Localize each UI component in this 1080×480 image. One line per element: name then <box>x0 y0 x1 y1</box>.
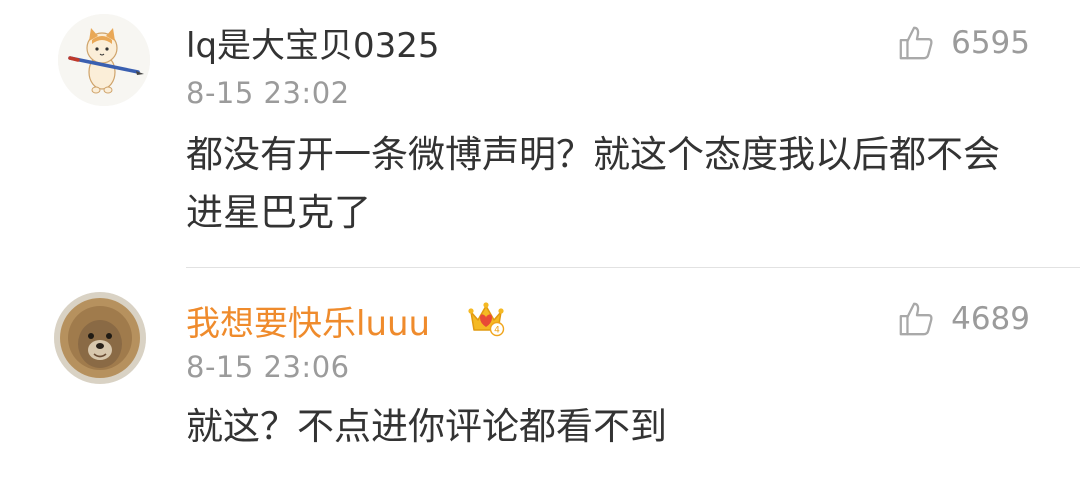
comment-text: 都没有开一条微博声明？就这个态度我以后都不会进星巴克了 <box>186 133 1000 234</box>
user-avatar[interactable] <box>54 292 146 384</box>
user-avatar[interactable] <box>58 14 150 106</box>
comment-item: 我想要快乐luuu 4 8-15 23:06 就这？不点进你评论都看不到 468… <box>0 268 1080 480</box>
like-count: 6595 <box>951 25 1030 61</box>
lion-dog-avatar-icon <box>54 292 146 384</box>
comment-timestamp: 8-15 23:02 <box>186 76 350 110</box>
thumbs-up-icon <box>899 302 933 336</box>
cat-avatar-icon <box>58 14 150 106</box>
comment-timestamp: 8-15 23:06 <box>186 350 350 384</box>
badge-level: 4 <box>494 326 500 336</box>
like-button[interactable]: 6595 <box>897 24 1030 62</box>
crown-badge-icon: 4 <box>468 302 505 337</box>
username[interactable]: 我想要快乐luuu <box>186 296 430 345</box>
comment-text: 就这？不点进你评论都看不到 <box>186 405 667 448</box>
comment-item: lq是大宝贝0325 8-15 23:02 都没有开一条微博声明？就这个态度我以… <box>0 0 1080 268</box>
thumbs-up-icon <box>899 26 933 60</box>
like-button[interactable]: 4689 <box>897 300 1030 338</box>
like-count: 4689 <box>951 301 1030 337</box>
username[interactable]: lq是大宝贝0325 <box>186 18 440 67</box>
